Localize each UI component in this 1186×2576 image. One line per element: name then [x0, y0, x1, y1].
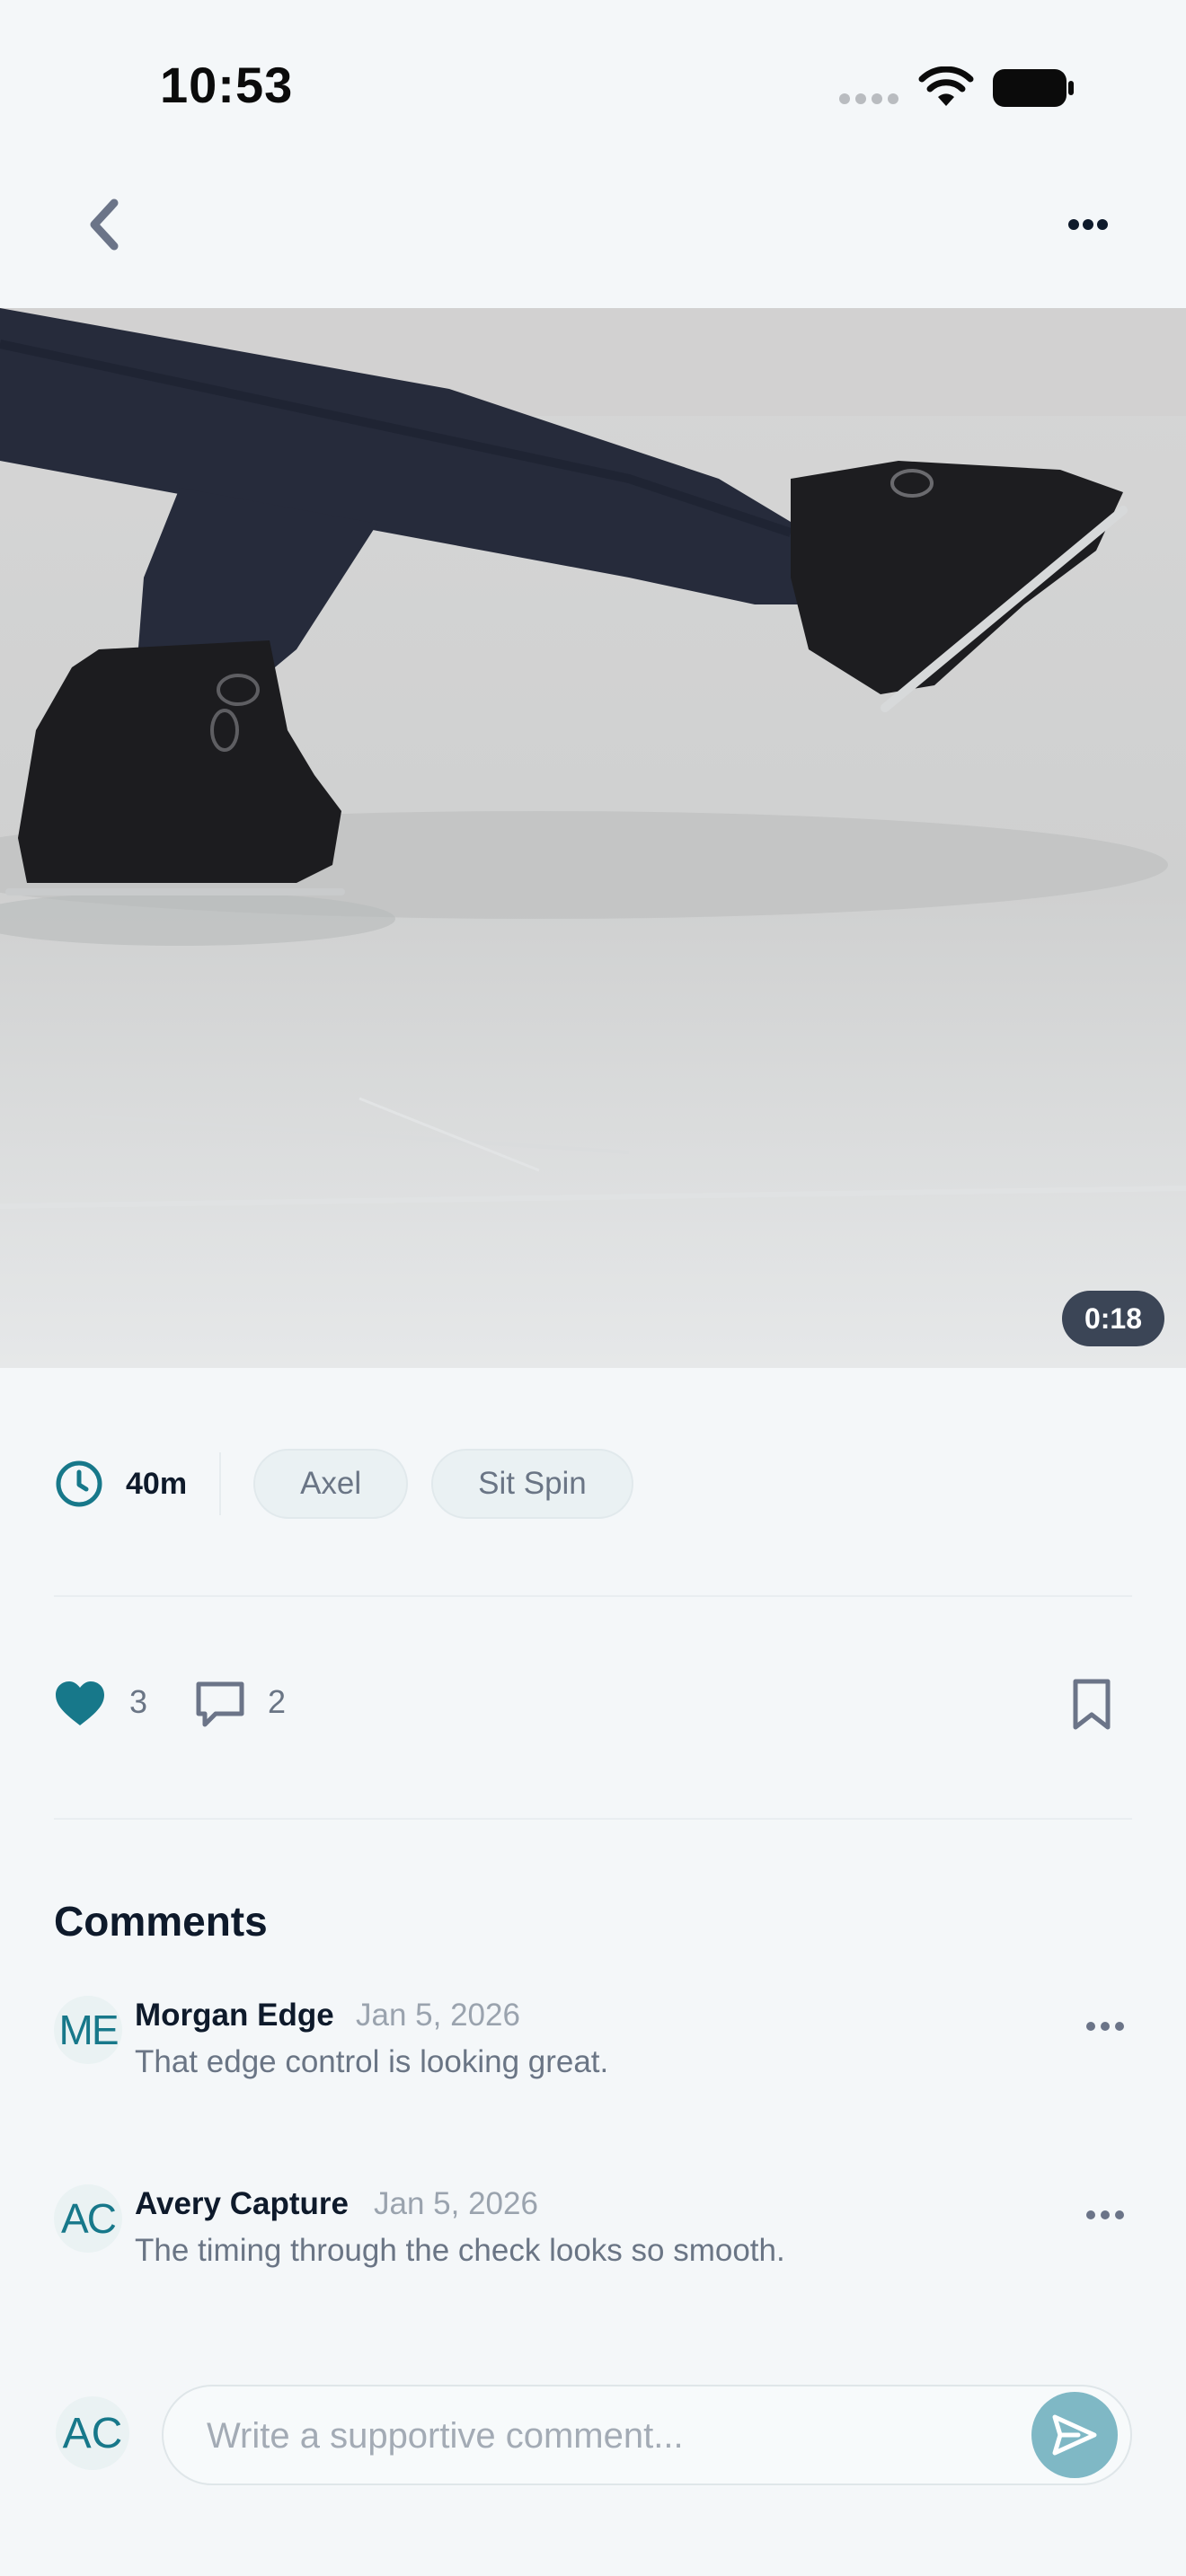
avatar[interactable]: ME — [54, 1996, 122, 2064]
comment-date: Jan 5, 2026 — [374, 2186, 538, 2221]
video-duration-badge: 0:18 — [1062, 1291, 1164, 1346]
back-button[interactable] — [72, 189, 135, 260]
session-duration: 40m — [126, 1466, 188, 1501]
bookmark-icon[interactable] — [1069, 1678, 1114, 1732]
video-player[interactable] — [0, 308, 1186, 1368]
avatar[interactable]: AC — [54, 2184, 122, 2253]
comment-more-button[interactable] — [1078, 2008, 1132, 2044]
comment-text: The timing through the check looks so sm… — [135, 2233, 785, 2268]
send-icon — [1052, 2414, 1097, 2456]
battery-icon — [993, 69, 1074, 107]
tag-chip[interactable]: Sit Spin — [431, 1449, 633, 1519]
divider — [54, 1595, 1132, 1597]
comment-composer — [162, 2385, 1132, 2485]
comment-input[interactable] — [207, 2404, 997, 2467]
like-count: 3 — [129, 1683, 148, 1720]
comment-more-button[interactable] — [1078, 2197, 1132, 2233]
comment-date: Jan 5, 2026 — [356, 1998, 520, 2033]
clock-icon — [56, 1460, 102, 1507]
comment-author[interactable]: Avery Capture — [135, 2186, 349, 2222]
chevron-left-icon — [90, 198, 119, 251]
heart-icon[interactable] — [54, 1680, 106, 1728]
comment-count: 2 — [268, 1683, 287, 1720]
wifi-icon — [918, 66, 974, 106]
comment-item: AC Avery Capture Jan 5, 2026 The timing … — [54, 2184, 1132, 2292]
comments-heading: Comments — [54, 1898, 268, 1945]
session-meta-row: 40m Axel Sit Spin — [54, 1448, 1132, 1520]
current-user-avatar: AC — [56, 2396, 129, 2470]
status-time: 10:53 — [160, 57, 294, 113]
more-horizontal-icon — [1086, 2210, 1124, 2219]
comment-author[interactable]: Morgan Edge — [135, 1998, 334, 2033]
video-frame-skating — [0, 308, 1186, 1368]
more-options-button[interactable] — [1057, 198, 1120, 251]
comment-text: That edge control is looking great. — [135, 2044, 609, 2079]
more-horizontal-icon — [1068, 219, 1108, 230]
divider — [54, 1818, 1132, 1820]
status-bar: 10:53 — [0, 0, 1186, 171]
comment-item: ME Morgan Edge Jan 5, 2026 That edge con… — [54, 1996, 1132, 2104]
comment-icon[interactable] — [194, 1680, 246, 1730]
tag-chip[interactable]: Axel — [253, 1449, 409, 1519]
actions-row: 3 2 — [54, 1672, 1132, 1741]
cellular-signal-icon — [839, 93, 898, 104]
more-horizontal-icon — [1086, 2022, 1124, 2031]
send-button[interactable] — [1031, 2392, 1118, 2478]
meta-divider — [219, 1452, 222, 1515]
